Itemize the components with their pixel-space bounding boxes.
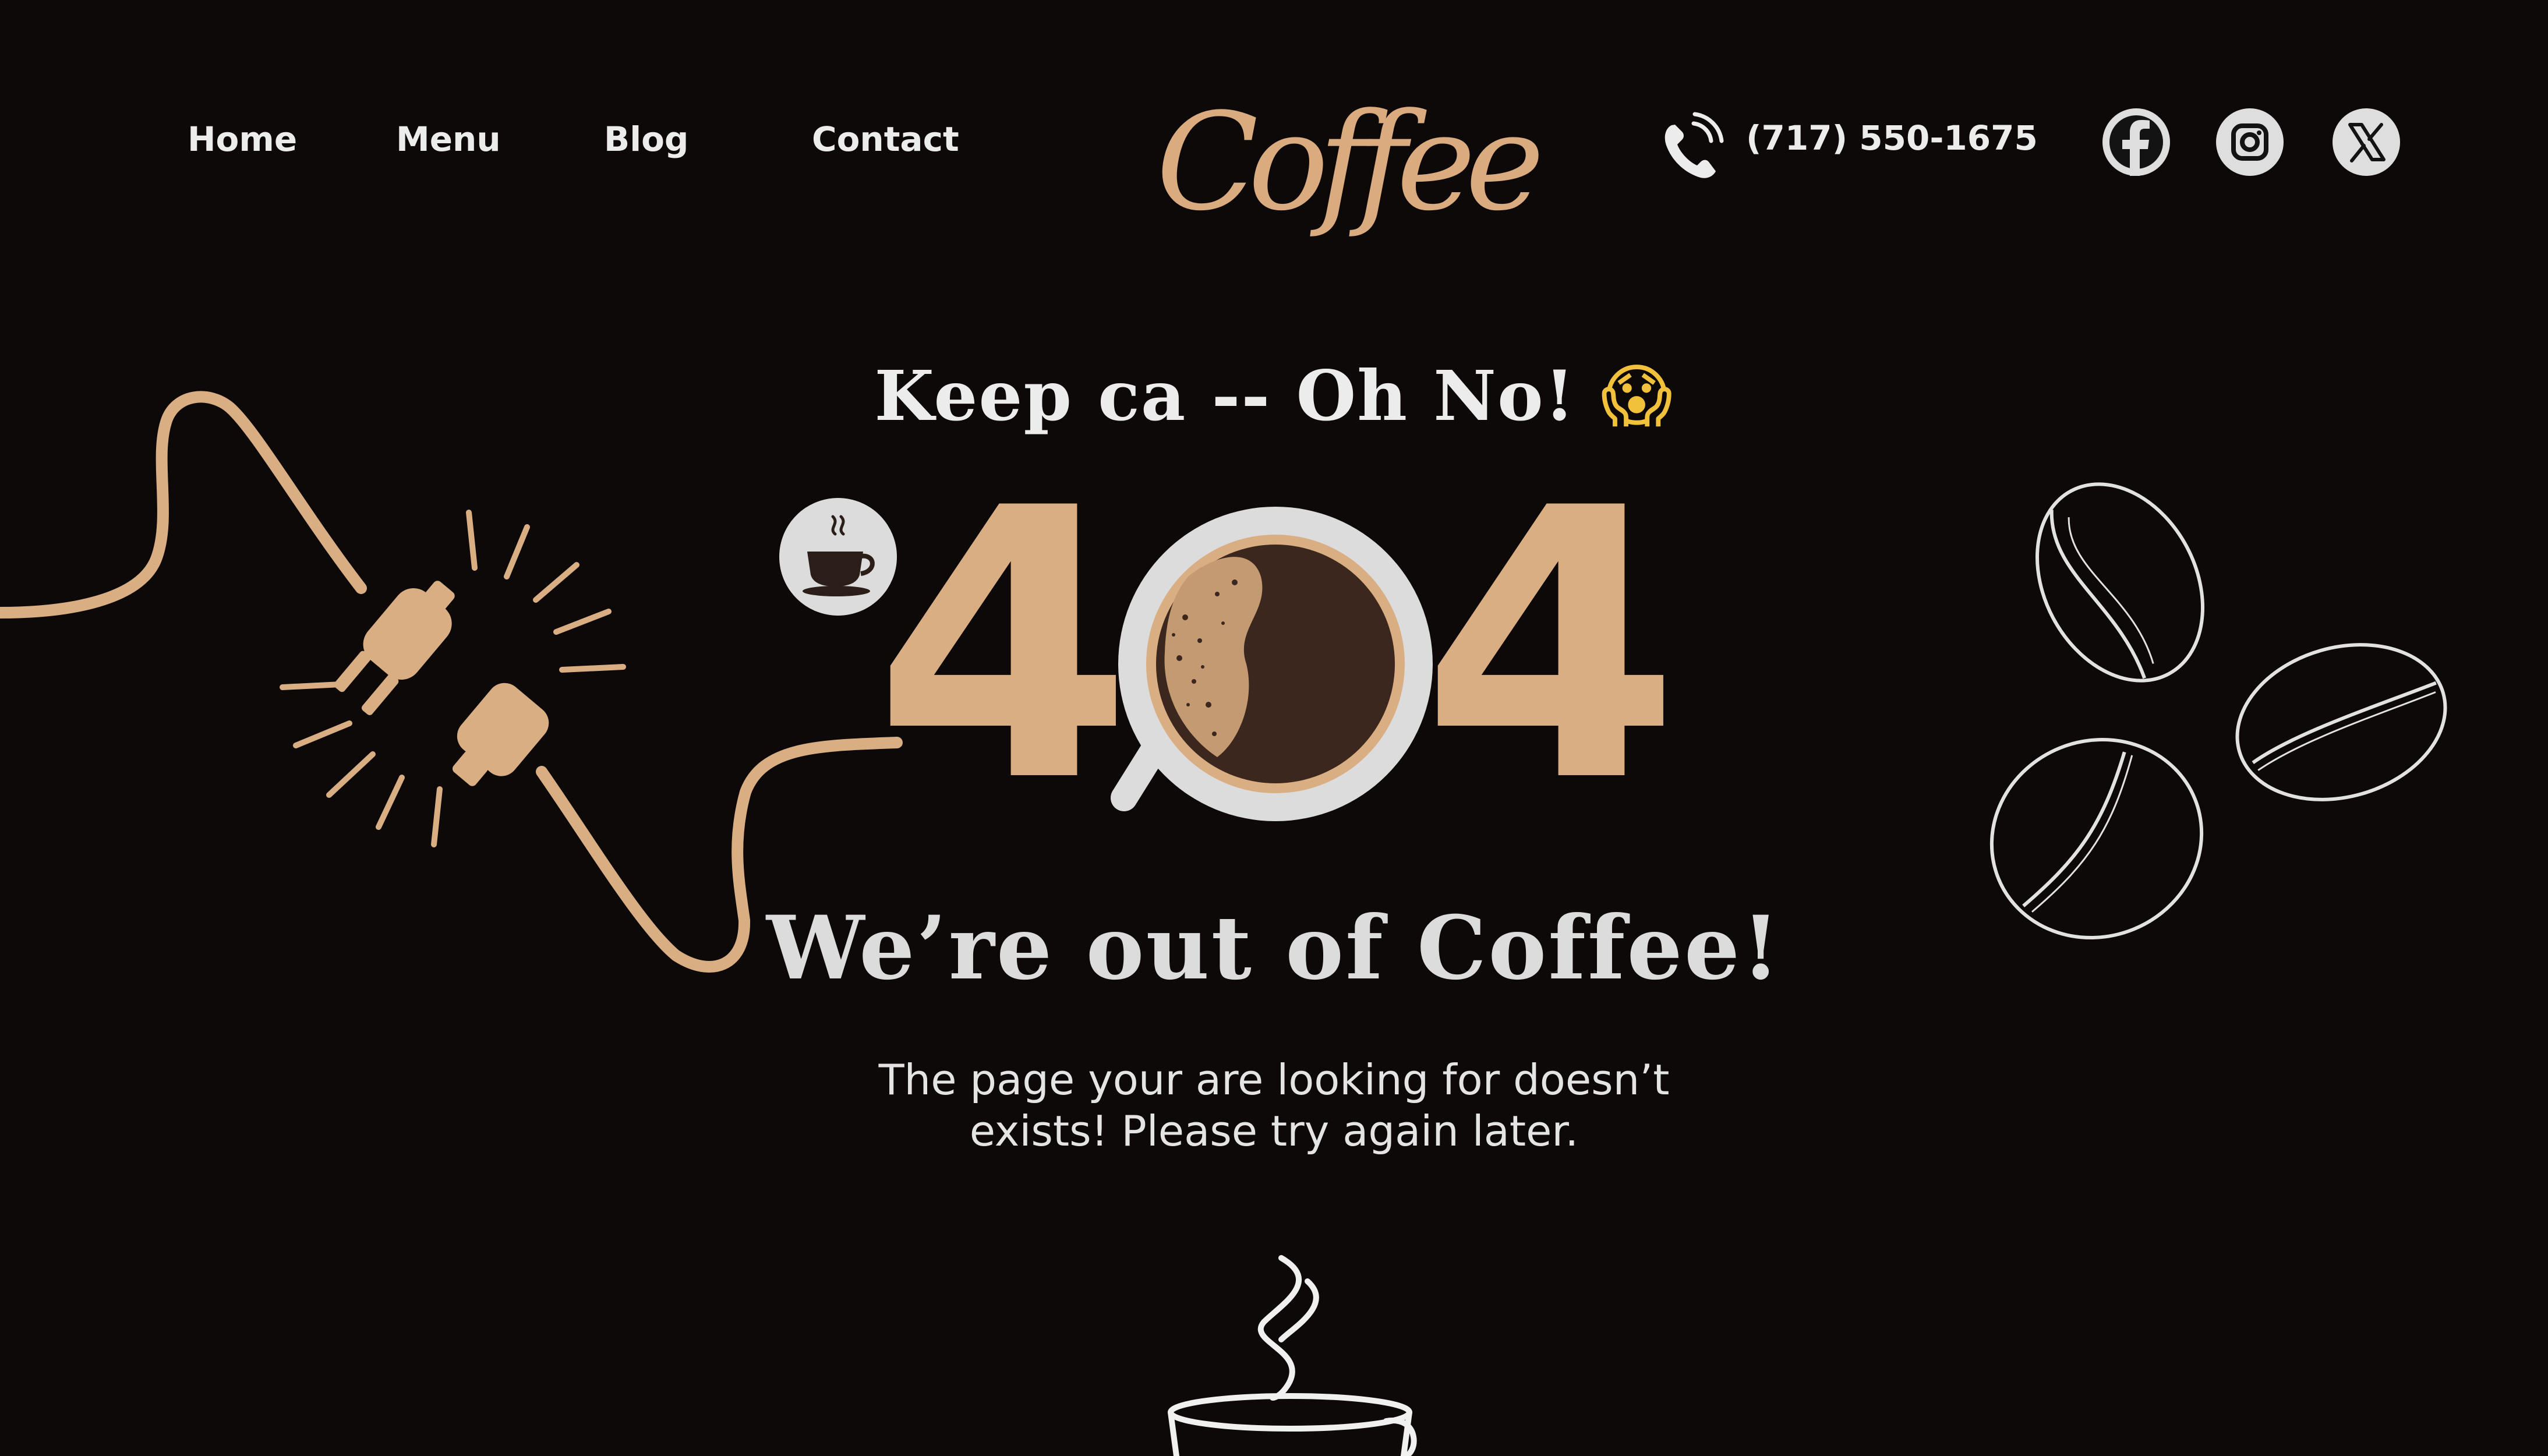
- nav-menu-link[interactable]: Menu: [396, 119, 501, 159]
- nav-home-link[interactable]: Home: [188, 119, 297, 159]
- instagram-icon[interactable]: [2216, 108, 2284, 176]
- coffee-beans-illustration: [1989, 482, 2447, 940]
- coffee-logo[interactable]: Coffee: [1156, 70, 1545, 256]
- error-code-digit-right: 4: [1421, 429, 1681, 863]
- coffee-cup-line-icon: [1168, 1255, 1417, 1456]
- error-message-line: exists! Please try again later.: [969, 1107, 1579, 1155]
- phone-number[interactable]: (717) 550-1675: [1746, 118, 2038, 158]
- nav-blog-link[interactable]: Blog: [604, 119, 688, 159]
- error-kicker: Keep ca -- Oh No! 😱: [641, 355, 1907, 436]
- facebook-icon[interactable]: [2102, 108, 2170, 176]
- screaming-face-icon: 😱: [1600, 356, 1674, 436]
- error-code-digit-left: 4: [874, 429, 1133, 863]
- phone-icon: [1664, 112, 1724, 178]
- kicker-text: Keep ca -- Oh No!: [874, 355, 1576, 436]
- error-message-line: The page your are looking for doesn’t: [878, 1055, 1670, 1104]
- error-title: We’re out of Coffee!: [766, 897, 1782, 999]
- error-message: The page your are looking for doesn’t ex…: [815, 1054, 1733, 1157]
- coffee-mug-zero-icon: [1111, 507, 1433, 821]
- x-twitter-icon[interactable]: [2333, 108, 2400, 176]
- nav-contact-link[interactable]: Contact: [812, 119, 959, 159]
